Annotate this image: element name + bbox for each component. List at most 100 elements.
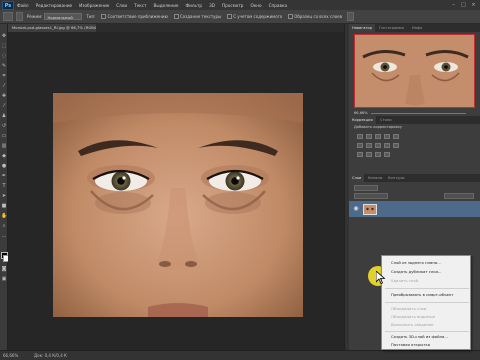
face-photo-image[interactable] [53,93,303,317]
move-tool-icon[interactable]: ✥ [1,33,7,39]
navigator-tabs: Навигатор Гистограмма Инфо [349,24,480,32]
gradient-tool-icon[interactable]: ▥ [1,143,7,149]
tab-adjustments[interactable]: Коррекция [349,116,376,124]
hue-saturation-adjust-icon[interactable] [357,143,363,148]
channel-mixer-adjust-icon[interactable] [393,143,399,148]
levels-adjust-icon[interactable] [366,134,372,139]
menu-select[interactable]: Выделение [154,3,179,8]
photo-filter-adjust-icon[interactable] [384,143,390,148]
ctx-convert-smart-object[interactable]: Преобразовать в смарт-объект [391,292,453,297]
menu-edit[interactable]: Редактирование [36,3,73,8]
ctx-new-3d-layer[interactable]: Создать 3D-слой из файла... [391,334,448,339]
vibrance-adjust-icon[interactable] [393,134,399,139]
blur-tool-icon[interactable]: ◆ [1,153,7,159]
adjustments-tabs: Коррекция Стили [349,116,480,124]
navigator-face-preview [355,35,474,107]
pressure-icon[interactable] [346,12,354,21]
clone-stamp-tool-icon[interactable]: ♟ [1,113,7,119]
lasso-tool-icon[interactable]: ◌ [1,53,7,59]
brightness-adjust-icon[interactable] [357,134,363,139]
eye-visibility-icon[interactable]: ◉ [352,205,360,213]
layer-thumbnail [363,204,377,215]
menu-help[interactable]: Справка [269,3,287,8]
ctx-postcard[interactable]: Почтовая открытка [391,342,430,347]
ctx-layer-from-background[interactable]: Слой из заднего плана... [391,260,441,265]
mode-select[interactable]: Нормальный [44,13,83,20]
spot-healing-tool-icon[interactable] [3,12,13,21]
tab-channels[interactable]: Каналы [365,174,385,182]
gradient-map-adjust-icon[interactable] [384,152,390,157]
sample-all-layers-checkbox[interactable] [288,14,294,19]
tab-paths[interactable]: Контуры [385,174,407,182]
photoshop-logo-icon: Ps [2,0,14,10]
minimize-button[interactable]: – [450,2,457,8]
ctx-separator [385,331,469,332]
quick-mask-icon[interactable]: ◙ [1,266,7,272]
canvas-area[interactable] [8,32,344,350]
type-option-1: Соответствие приближению [107,14,168,19]
curves-adjust-icon[interactable] [375,134,381,139]
document-tab[interactable]: Morsiot-psd-glasses1_RI.jpg @ 66,7% (RGB… [8,24,96,32]
tab-styles[interactable]: Стили [377,116,395,124]
pen-tool-icon[interactable]: ✒ [1,173,7,179]
ctx-merge-visible: Объединить видимые [391,314,436,319]
ctx-merge-layers: Объединить слои [391,306,427,311]
status-doc-size: Док: 0,4 К/0,4 К [34,353,67,358]
ctx-delete-layer: Удалить слой [391,278,419,283]
menu-layer[interactable]: Слои [116,3,127,8]
hand-tool-icon[interactable]: ✋ [1,213,7,219]
exposure-adjust-icon[interactable] [384,134,390,139]
layer-thumbnail-preview [364,205,376,214]
menu-type[interactable]: Текст [134,3,146,8]
ctx-duplicate-layer[interactable]: Создать дубликат слоя... [391,269,442,274]
shape-tool-icon[interactable]: ■ [1,203,7,209]
layer-filter-select[interactable] [354,185,378,191]
threshold-adjust-icon[interactable] [375,152,381,157]
healing-tool-icon[interactable]: ✚ [1,93,7,99]
marquee-tool-icon[interactable]: ⬚ [1,43,7,49]
menu-3d[interactable]: 3D [209,3,215,8]
navigator-zoom-slider[interactable] [371,113,466,114]
layers-tabs: Слои Каналы Контуры [349,174,480,182]
navigator-zoom-value[interactable]: 66,66% [354,111,368,115]
tab-layers[interactable]: Слои [349,174,365,182]
eraser-tool-icon[interactable]: ▭ [1,133,7,139]
maximize-button[interactable]: □ [460,2,467,8]
type-radio-3[interactable] [227,14,233,19]
tab-histogram[interactable]: Гистограмма [376,24,407,32]
path-select-tool-icon[interactable]: ➤ [1,193,7,199]
type-option-3: С учетом содержимого [233,14,283,19]
menu-view[interactable]: Просмотр [222,3,244,8]
close-button[interactable]: × [470,2,477,8]
eyedropper-tool-icon[interactable]: ⁄ [1,83,7,89]
menu-window[interactable]: Окно [250,3,261,8]
more-tools-icon[interactable]: … [1,233,7,239]
face-photo-drawing [53,93,303,317]
screen-mode-icon[interactable]: ▣ [1,276,7,282]
navigator-thumbnail[interactable] [354,34,475,108]
tab-info[interactable]: Инфо [409,24,425,32]
menu-file[interactable]: Файл [17,3,29,8]
black-white-adjust-icon[interactable] [375,143,381,148]
posterize-adjust-icon[interactable] [366,152,372,157]
zoom-tool-icon[interactable]: ⌕ [1,223,7,229]
brush-preset-icon[interactable] [16,12,23,21]
document-tab-bar: Morsiot-psd-glasses1_RI.jpg @ 66,7% (RGB… [8,24,344,32]
menu-image[interactable]: Изображение [79,3,109,8]
status-zoom[interactable]: 66,66% [3,353,18,358]
history-brush-tool-icon[interactable]: ↺ [1,123,7,129]
blend-mode-select[interactable] [354,193,388,199]
ctx-separator [385,302,469,303]
quick-select-tool-icon[interactable]: ✎ [1,63,7,69]
tab-navigator[interactable]: Навигатор [349,24,376,32]
invert-adjust-icon[interactable] [357,152,363,157]
type-radio-2[interactable] [173,14,179,19]
dodge-tool-icon[interactable]: ● [1,163,7,169]
type-radio-1[interactable] [101,14,107,19]
color-balance-adjust-icon[interactable] [366,143,372,148]
opacity-field[interactable] [444,193,474,199]
type-tool-icon[interactable]: T [1,183,7,189]
brush-tool-icon[interactable]: ⁄ [1,103,7,109]
menu-filter[interactable]: Фильтр [186,3,203,8]
crop-tool-icon[interactable]: ⌗ [1,73,7,79]
